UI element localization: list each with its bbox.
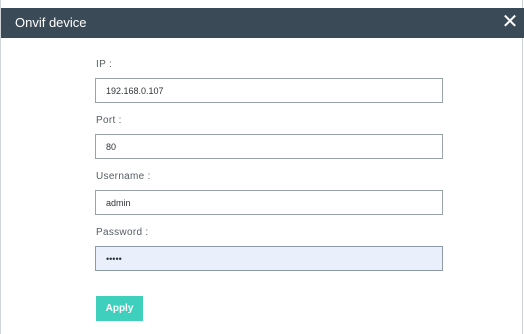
- onvif-device-dialog: Onvif device ✕ IP : Port : Username : Pa…: [0, 0, 524, 334]
- username-input[interactable]: [95, 190, 443, 215]
- port-label: Port :: [96, 115, 122, 126]
- ip-input[interactable]: [95, 78, 443, 103]
- password-label: Password :: [96, 227, 149, 238]
- dialog-titlebar: Onvif device ✕: [1, 8, 524, 38]
- username-label: Username :: [96, 171, 151, 182]
- port-input[interactable]: [95, 134, 443, 159]
- apply-button[interactable]: Apply: [96, 296, 143, 321]
- dialog-title: Onvif device: [15, 15, 87, 30]
- ip-label: IP :: [96, 59, 113, 70]
- close-icon[interactable]: ✕: [499, 10, 521, 34]
- password-input[interactable]: [95, 246, 443, 271]
